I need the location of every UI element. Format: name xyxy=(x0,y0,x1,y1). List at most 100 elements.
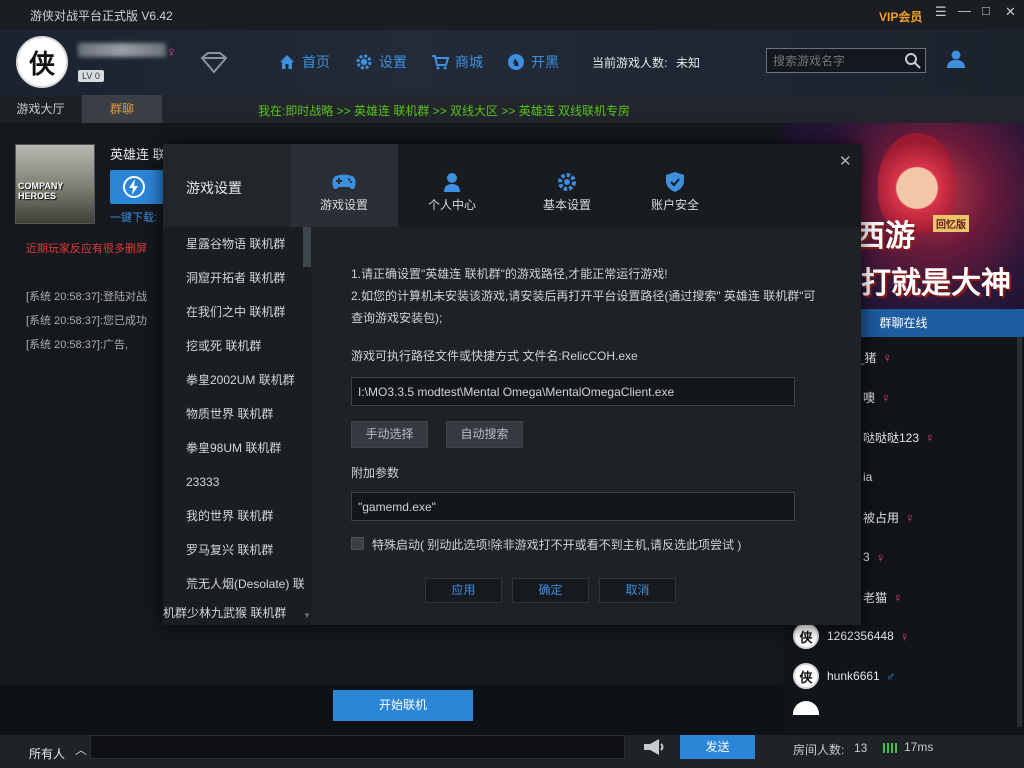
online-list-scrollbar[interactable] xyxy=(1017,337,1022,727)
person-icon xyxy=(444,173,460,192)
gender-female-icon: ♀ xyxy=(925,429,935,445)
header: 侠 ♀ LV 0 首页 设置 商城 ♞ 开黑 当前游戏人数: 未知 xyxy=(0,30,1024,95)
dialog-title: 游戏设置 xyxy=(186,180,242,196)
vip-link[interactable]: VIP会员 xyxy=(879,8,922,25)
game-cover-text: COMPANY HEROES xyxy=(18,181,64,201)
manual-select-button[interactable]: 手动选择 xyxy=(351,421,428,448)
game-list-scrollbar[interactable] xyxy=(303,227,311,267)
dialog-tab-label: 个人中心 xyxy=(427,198,476,212)
game-list-item[interactable]: 洞窟开拓者 联机群 xyxy=(186,261,285,295)
nav-team-label: 开黑 xyxy=(531,54,559,70)
nav-shop[interactable]: 商城 xyxy=(431,52,483,72)
username-blurred xyxy=(78,43,166,57)
online-user-row[interactable]: 侠 hunk6661 ♂ xyxy=(793,660,895,692)
auto-search-button[interactable]: 自动搜索 xyxy=(446,421,523,448)
minimize-icon[interactable]: — xyxy=(958,3,971,18)
online-user-name: ia xyxy=(863,470,873,484)
start-online-button[interactable]: 开始联机 xyxy=(333,690,473,721)
tip-line-1: 1.请正确设置"英雄连 联机群"的游戏路径,才能正常运行游戏! xyxy=(351,267,668,281)
nav-settings-label: 设置 xyxy=(379,54,407,70)
window-title: 游侠对战平台正式版 V6.42 xyxy=(30,9,173,23)
cancel-button[interactable]: 取消 xyxy=(599,578,676,603)
game-list-item[interactable]: 我的世界 联机群 xyxy=(186,499,273,533)
notice-text: 近期玩家反应有很多删屏 xyxy=(26,243,147,255)
user-profile-icon[interactable] xyxy=(946,49,966,69)
dialog-close-icon[interactable]: ✕ xyxy=(839,152,852,170)
online-user-name: 老猫 xyxy=(863,590,888,605)
game-title: 英雄连 联 xyxy=(110,147,166,162)
param-value: "gamemd.exe" xyxy=(358,499,436,514)
send-button[interactable]: 发送 xyxy=(680,735,755,759)
dialog-tab-label: 游戏设置 xyxy=(319,198,368,212)
game-list-item[interactable]: 挖或死 联机群 xyxy=(186,329,261,363)
game-list-item[interactable]: 23333 xyxy=(186,465,219,499)
dialog-tab-game-settings[interactable]: 游戏设置 xyxy=(290,144,398,227)
gender-female-icon: ♀ xyxy=(905,509,915,525)
game-list-item[interactable]: 星露谷物语 联机群 xyxy=(186,227,285,261)
megaphone-icon[interactable] xyxy=(642,737,666,757)
special-launch-checkbox[interactable] xyxy=(351,537,364,550)
shield-icon xyxy=(666,172,684,192)
game-list-item[interactable]: 物质世界 联机群 xyxy=(186,397,273,431)
game-list-item[interactable]: 罗马复兴 联机群 xyxy=(186,533,273,567)
chat-message-input[interactable] xyxy=(90,735,625,759)
game-list-item[interactable]: 拳皇98UM 联机群 xyxy=(186,431,281,465)
gear-icon xyxy=(356,54,372,70)
tab-group-chat[interactable]: 群聊 xyxy=(82,95,162,123)
tab-lobby[interactable]: 游戏大厅 xyxy=(0,95,81,123)
game-list-item[interactable]: 机群少林九武猴 联机群 xyxy=(163,601,303,625)
nav-settings[interactable]: 设置 xyxy=(355,52,407,72)
gender-female-icon: ♀ xyxy=(881,389,891,405)
dialog-game-list: 星露谷物语 联机群 洞窟开拓者 联机群 在我们之中 联机群 挖或死 联机群 拳皇… xyxy=(163,227,311,625)
param-input[interactable]: "gamemd.exe" xyxy=(351,492,795,521)
signal-icon xyxy=(883,743,897,753)
dialog-tab-account-security[interactable]: 账户安全 xyxy=(621,144,729,227)
gender-male-icon: ♂ xyxy=(885,668,896,684)
gamepad-icon xyxy=(332,174,356,189)
avatar[interactable]: 侠 xyxy=(16,36,68,88)
nav-shop-label: 商城 xyxy=(455,54,483,70)
avatar: 侠 xyxy=(793,623,819,649)
online-user-name: hunk6661 xyxy=(827,669,880,683)
avatar xyxy=(793,701,819,715)
level-badge: LV 0 xyxy=(78,70,104,82)
dialog-tab-label: 基本设置 xyxy=(542,198,591,212)
diamond-icon[interactable] xyxy=(198,52,230,74)
banner-title-1: 西游 xyxy=(855,220,915,253)
scroll-down-icon[interactable]: ▼ xyxy=(303,611,311,621)
chat-scope-select[interactable]: 所有人 xyxy=(29,745,65,762)
game-path-input[interactable]: I:\MO3.3.5 modtest\Mental Omega\MentalOm… xyxy=(351,377,795,406)
search-box[interactable] xyxy=(766,48,926,73)
ping-value: 17ms xyxy=(904,740,934,754)
game-list-item[interactable]: 拳皇2002UM 联机群 xyxy=(186,363,295,397)
game-list-item[interactable]: 荒无人烟(Desolate) 联 xyxy=(186,567,304,601)
system-log-1: [系统 20:58:37]:登陆对战 xyxy=(26,291,148,303)
param-label: 附加参数 xyxy=(351,466,400,480)
menu-icon[interactable]: ☰ xyxy=(935,4,947,20)
avatar: 侠 xyxy=(793,663,819,689)
gender-female-icon: ♀ xyxy=(899,628,910,644)
title-bar: 游侠对战平台正式版 V6.42 VIP会员 ☰ — □ ✕ xyxy=(0,0,1024,30)
game-list-item[interactable]: 在我们之中 联机群 xyxy=(186,295,285,329)
maximize-icon[interactable]: □ xyxy=(982,3,990,18)
chevron-up-icon[interactable]: ︿ xyxy=(75,741,87,758)
tip-line-2: 2.如您的计算机未安装该游戏,请安装后再打开平台设置路径(通过搜索" 英雄连 联… xyxy=(351,289,816,325)
cart-icon xyxy=(432,55,449,70)
apply-button[interactable]: 应用 xyxy=(425,578,502,603)
close-icon[interactable]: ✕ xyxy=(1005,4,1016,20)
online-user-name: 噢 xyxy=(863,390,876,405)
dialog-title-area: 游戏设置 xyxy=(163,144,290,227)
banner-badge: 回忆版 xyxy=(933,215,969,232)
room-count-value: 13 xyxy=(854,741,868,755)
gender-female-icon: ♀ xyxy=(893,589,903,605)
search-icon[interactable] xyxy=(904,52,921,69)
dialog-tab-profile[interactable]: 个人中心 xyxy=(398,144,506,227)
download-link[interactable]: 一键下载: xyxy=(110,209,157,225)
launch-button[interactable] xyxy=(110,170,163,204)
nav-team[interactable]: ♞ 开黑 xyxy=(507,52,559,72)
dialog-tab-basic-settings[interactable]: 基本设置 xyxy=(513,144,621,227)
ok-button[interactable]: 确定 xyxy=(512,578,589,603)
nav-home[interactable]: 首页 xyxy=(278,52,330,72)
search-input[interactable] xyxy=(767,49,897,72)
breadcrumb: 我在:即时战略 >> 英雄连 联机群 >> 双线大区 >> 英雄连 双线联机专房 xyxy=(258,104,631,118)
